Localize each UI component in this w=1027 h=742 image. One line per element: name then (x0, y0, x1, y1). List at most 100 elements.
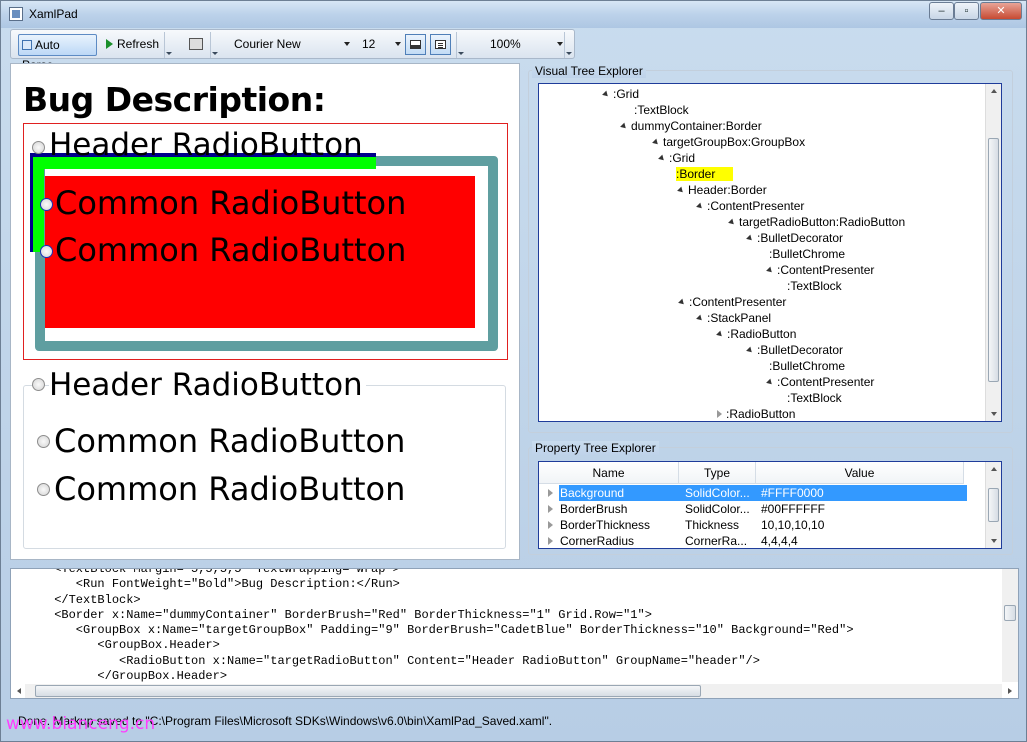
expand-open-icon[interactable] (677, 186, 685, 195)
scroll-down-icon[interactable] (991, 539, 997, 543)
property-table-scrollbar[interactable] (985, 462, 1001, 548)
tree-item[interactable]: :ContentPresenter (678, 294, 786, 310)
tree-item[interactable]: targetRadioButton:RadioButton (728, 214, 905, 230)
column-header-name[interactable]: Name (539, 462, 679, 484)
tree-item[interactable]: :ContentPresenter (766, 374, 874, 390)
tree-item[interactable]: :ContentPresenter (766, 262, 874, 278)
expand-open-icon[interactable] (678, 298, 686, 307)
scroll-thumb[interactable] (988, 138, 999, 382)
common-radio-button-4[interactable] (37, 483, 50, 496)
common-radio-button-3[interactable] (37, 435, 50, 448)
tree-item[interactable]: :RadioButton (717, 406, 796, 421)
expand-closed-icon[interactable] (548, 521, 553, 529)
close-button[interactable]: ✕ (980, 2, 1022, 20)
property-row[interactable]: Background SolidColor... #FFFF0000 (539, 485, 986, 501)
scroll-up-icon[interactable] (991, 467, 997, 471)
tree-item[interactable]: :Grid (658, 150, 695, 166)
tree-item[interactable]: :BulletDecorator (746, 230, 843, 246)
tree-item[interactable]: Header:Border (677, 182, 767, 198)
xaml-code[interactable]: <TextBlock Margin="5,5,5,5" TextWrapping… (11, 569, 853, 698)
scroll-thumb[interactable] (988, 488, 999, 522)
common-radio-button-2[interactable] (40, 245, 53, 258)
visual-tree[interactable]: :Grid:TextBlock dummyContainer:Border targ… (538, 83, 1002, 422)
property-row[interactable]: BorderBrush SolidColor... #00FFFFFF (539, 501, 986, 517)
font-family-select[interactable]: Courier New (229, 35, 352, 55)
editor-vertical-scrollbar[interactable] (1002, 569, 1018, 682)
scroll-down-icon[interactable] (991, 412, 997, 416)
xaml-editor[interactable]: <TextBlock Margin="5,5,5,5" TextWrapping… (10, 568, 1019, 699)
tree-item[interactable]: :BulletChrome (769, 358, 845, 374)
tree-item[interactable]: targetGroupBox:GroupBox (652, 134, 806, 150)
expand-open-icon[interactable] (696, 314, 704, 323)
tree-item-label: :Grid (613, 87, 640, 101)
expand-open-icon[interactable] (766, 378, 774, 387)
font-size-select[interactable]: 12 (357, 35, 403, 55)
tree-item[interactable]: :ContentPresenter (696, 198, 804, 214)
property-name: BorderThickness (560, 518, 651, 532)
auto-parse-button[interactable]: Auto Parse (18, 34, 97, 72)
printer-icon[interactable] (189, 38, 203, 50)
header-radio-button[interactable] (32, 141, 45, 154)
expand-open-icon[interactable] (696, 202, 704, 211)
expand-open-icon[interactable] (620, 122, 628, 131)
property-name: BorderBrush (560, 502, 628, 516)
scroll-up-icon[interactable] (991, 89, 997, 93)
column-header-value[interactable]: Value (756, 462, 964, 484)
expand-closed-icon[interactable] (548, 489, 553, 497)
expand-open-icon[interactable] (602, 90, 610, 99)
tree-item[interactable]: :TextBlock (787, 278, 842, 294)
scroll-left-icon[interactable] (17, 688, 21, 694)
expand-closed-icon[interactable] (548, 505, 553, 513)
property-table[interactable]: Name Type Value Background SolidColor... #… (538, 461, 1002, 549)
tree-item[interactable]: :TextBlock (634, 102, 689, 118)
code-line: <GroupBox.Header> (11, 638, 220, 653)
expand-open-icon[interactable] (716, 330, 724, 339)
expand-open-icon[interactable] (652, 138, 660, 147)
property-row[interactable]: BorderThickness Thickness 10,10,10,10 (539, 517, 986, 533)
property-name: Background (560, 486, 625, 500)
expand-open-icon[interactable] (746, 346, 754, 355)
header-border-edge (30, 153, 33, 252)
maximize-button[interactable]: ▫ (954, 2, 979, 20)
toolbar-overflow-grip[interactable] (564, 32, 572, 58)
toolbar: Auto Parse Refresh Courier New 12 100% (10, 29, 575, 72)
tree-item[interactable]: :StackPanel (696, 310, 771, 326)
tree-item[interactable]: :Border (676, 166, 734, 182)
tree-item[interactable]: :Grid (602, 86, 640, 102)
chevron-down-icon (344, 42, 350, 46)
property-row[interactable]: CornerRadius CornerRa... 4,4,4,4 (539, 533, 986, 548)
layout-toggle-button[interactable] (405, 34, 426, 55)
scroll-thumb[interactable] (1004, 605, 1016, 621)
refresh-button[interactable]: Refresh (103, 34, 165, 56)
toolbar-overflow-grip[interactable] (210, 32, 218, 58)
expand-open-icon[interactable] (746, 234, 754, 243)
expand-open-icon[interactable] (766, 266, 774, 275)
expand-closed-icon[interactable] (717, 410, 722, 418)
zoom-select[interactable]: 100% (485, 35, 565, 55)
common-radio-button-1[interactable] (40, 198, 53, 211)
property-tree-label: Property Tree Explorer (532, 441, 659, 455)
toolbar-overflow-grip[interactable] (456, 32, 464, 58)
editor-horizontal-scrollbar[interactable] (17, 684, 1012, 698)
tree-item-label: targetGroupBox:GroupBox (663, 135, 806, 149)
code-line: </TextBlock> (11, 592, 141, 607)
tree-item[interactable]: :BulletChrome (769, 246, 845, 262)
reference-groupbox (23, 385, 506, 549)
minimize-button[interactable]: – (929, 2, 954, 20)
header-radio-button[interactable] (32, 378, 45, 391)
visual-tree-scrollbar[interactable] (985, 84, 1001, 421)
tree-item[interactable]: :TextBlock (787, 390, 842, 406)
tree-item[interactable]: dummyContainer:Border (620, 118, 762, 134)
expand-closed-icon[interactable] (548, 537, 553, 545)
tree-toggle-button[interactable] (430, 34, 451, 55)
font-family-value: Courier New (234, 37, 301, 51)
expand-open-icon[interactable] (728, 218, 736, 227)
tree-item[interactable]: :BulletDecorator (746, 342, 843, 358)
tree-item[interactable]: :RadioButton (716, 326, 796, 342)
scroll-thumb[interactable] (35, 685, 701, 697)
column-header-type[interactable]: Type (679, 462, 756, 484)
expand-open-icon[interactable] (658, 154, 666, 163)
tree-item-label: :RadioButton (726, 407, 796, 421)
toolbar-overflow-grip[interactable] (164, 32, 172, 58)
scroll-right-icon[interactable] (1008, 688, 1012, 694)
